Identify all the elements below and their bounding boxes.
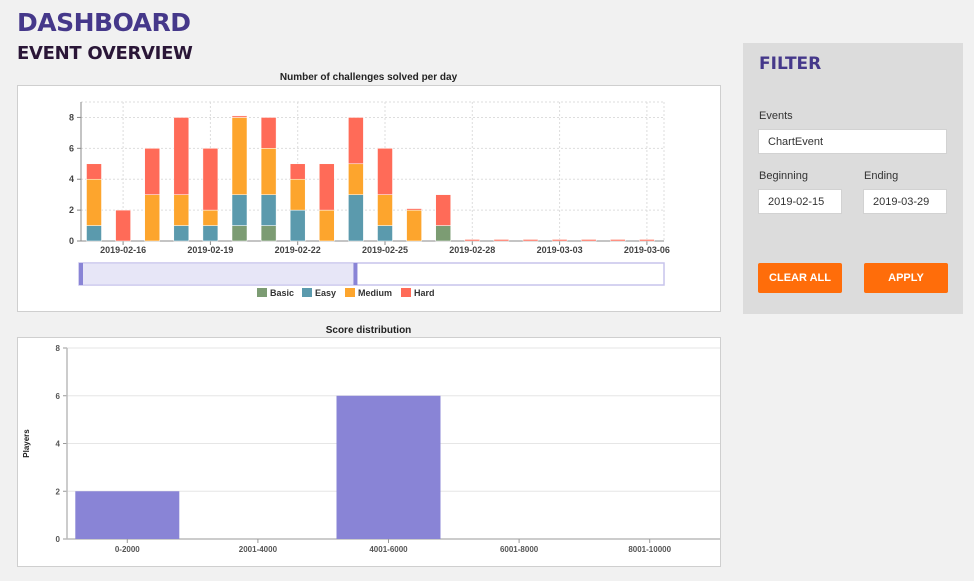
bar-medium[interactable] (86, 178, 102, 226)
bar-basic[interactable] (231, 225, 248, 242)
legend-label-medium: Medium (358, 288, 392, 298)
bar-hard[interactable] (202, 148, 219, 211)
bar-hard[interactable] (173, 117, 190, 195)
bar-easy[interactable] (289, 209, 306, 242)
filter-title: FILTER (759, 54, 822, 74)
bar-easy[interactable] (260, 194, 277, 226)
bar-medium[interactable] (406, 209, 422, 242)
score-bar[interactable] (336, 395, 441, 539)
y-tick-label: 4 (56, 440, 61, 449)
ending-date-input[interactable] (863, 189, 947, 214)
score-chart-panel: 0 2 4 6 8 Players 0-2000 2001-4000 4001-6000 6001… (17, 337, 721, 567)
bar-hard[interactable] (406, 208, 422, 211)
events-input[interactable] (758, 129, 947, 154)
filter-panel: FILTER Events Beginning Ending CLEAR ALL… (743, 43, 963, 314)
bar-hard[interactable] (115, 209, 131, 242)
x-tick-label: 2019-03-06 (624, 245, 670, 255)
x-tick-label: 8001-10000 (628, 545, 671, 554)
events-label: Events (759, 110, 793, 122)
x-tick-label: 2019-02-16 (100, 245, 146, 255)
x-tick-label: 4001-6000 (369, 545, 408, 554)
bar-medium[interactable] (231, 117, 248, 195)
bar-basic[interactable] (260, 225, 277, 242)
bar-medium[interactable] (144, 194, 160, 242)
bar-easy[interactable] (202, 225, 219, 242)
bar-hard[interactable] (319, 163, 335, 211)
legend-swatch-medium (345, 288, 355, 297)
legend-label-hard: Hard (414, 288, 435, 298)
legend-swatch-easy (302, 288, 312, 297)
ending-label: Ending (864, 170, 899, 182)
brush-handle-right[interactable] (353, 263, 358, 285)
beginning-label: Beginning (759, 170, 808, 182)
bar-basic[interactable] (435, 225, 451, 242)
bar-hard[interactable] (493, 239, 510, 242)
y-tick-label: 2 (69, 205, 74, 215)
bar-hard[interactable] (348, 117, 364, 165)
bar-hard[interactable] (551, 239, 568, 242)
event-overview-heading: EVENT OVERVIEW (17, 43, 193, 64)
score-chart-title: Score distribution (325, 325, 412, 336)
legend-swatch-hard (401, 288, 411, 297)
bar-medium[interactable] (260, 148, 277, 195)
x-tick-label: 2019-02-28 (449, 245, 495, 255)
apply-button[interactable]: APPLY (864, 263, 948, 293)
y-tick-label: 0 (69, 236, 74, 246)
bar-easy[interactable] (173, 225, 190, 242)
y-tick-label: 4 (69, 174, 74, 184)
x-tick-label: 2019-02-19 (187, 245, 233, 255)
y-tick-label: 8 (69, 112, 74, 122)
bar-medium[interactable] (348, 163, 364, 195)
bar-easy[interactable] (377, 225, 393, 242)
y-tick-label: 8 (56, 344, 61, 353)
challenges-chart-title: Number of challenges solved per day (279, 72, 458, 83)
bar-hard[interactable] (231, 115, 248, 118)
y-tick-label: 6 (56, 392, 61, 401)
challenges-chart: 0 2 4 6 8 2019-02-16 2019-02-19 2019-02-22 2019-… (69, 101, 670, 298)
bar-easy[interactable] (86, 225, 102, 242)
bar-hard[interactable] (435, 194, 451, 226)
bar-medium[interactable] (377, 194, 393, 226)
bar-medium[interactable] (173, 194, 190, 226)
score-bar[interactable] (75, 491, 180, 539)
y-axis-title: Players (22, 429, 31, 458)
bar-hard[interactable] (289, 163, 306, 180)
bar-hard[interactable] (260, 117, 277, 149)
bar-easy[interactable] (348, 194, 364, 242)
legend-label-basic: Basic (270, 288, 294, 298)
bar-hard[interactable] (464, 239, 481, 242)
x-tick-label: 2019-02-22 (275, 245, 321, 255)
x-tick-label: 2001-4000 (239, 545, 278, 554)
bar-medium[interactable] (202, 209, 219, 226)
x-tick-label: 6001-8000 (500, 545, 539, 554)
beginning-date-input[interactable] (758, 189, 842, 214)
bar-hard[interactable] (522, 239, 539, 242)
x-tick-label: 2019-03-03 (537, 245, 583, 255)
y-tick-label: 0 (56, 535, 61, 544)
x-tick-label: 0-2000 (115, 545, 140, 554)
bar-hard[interactable] (86, 163, 102, 180)
score-chart: 0 2 4 6 8 Players 0-2000 2001-4000 4001-6000 6001… (22, 344, 720, 554)
clear-all-button[interactable]: CLEAR ALL (758, 263, 842, 293)
y-tick-label: 2 (56, 487, 61, 496)
bar-hard[interactable] (639, 239, 655, 242)
dashboard-title: DASHBOARD (17, 8, 191, 37)
x-tick-label: 2019-02-25 (362, 245, 408, 255)
bar-medium[interactable] (319, 209, 335, 242)
brush-selection[interactable] (78, 262, 356, 286)
bar-hard[interactable] (144, 148, 160, 195)
legend-swatch-basic (257, 288, 267, 297)
bar-hard[interactable] (377, 148, 393, 195)
bar-medium[interactable] (289, 178, 306, 211)
y-tick-label: 6 (69, 143, 74, 153)
legend-label-easy: Easy (315, 288, 336, 298)
brush-handle-left[interactable] (79, 263, 83, 285)
bar-easy[interactable] (231, 194, 248, 226)
bar-hard[interactable] (610, 239, 626, 242)
bar-hard[interactable] (580, 239, 597, 242)
challenges-chart-panel: 0 2 4 6 8 2019-02-16 2019-02-19 2019-02-22 2019-… (17, 85, 721, 312)
